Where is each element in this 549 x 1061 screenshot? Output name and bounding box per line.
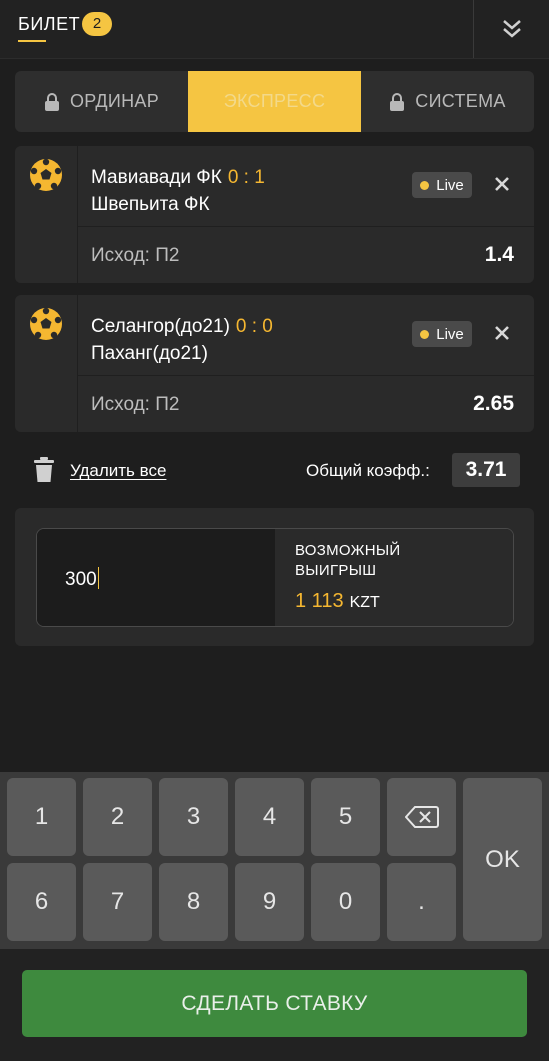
key-1[interactable]: 1 [7, 778, 76, 856]
soccer-ball-icon [30, 158, 62, 191]
soccer-ball-icon [30, 307, 62, 340]
numeric-keypad: 1 2 3 4 5 OK 6 7 8 9 0 . [0, 772, 549, 949]
bet-outcome: Исход: П2 [91, 394, 180, 415]
key-9[interactable]: 9 [235, 863, 304, 941]
close-icon[interactable] [494, 176, 510, 192]
key-4[interactable]: 4 [235, 778, 304, 856]
total-odds-value: 3.71 [452, 453, 520, 487]
key-6[interactable]: 6 [7, 863, 76, 941]
possible-win-amount: 1 113 [295, 590, 344, 612]
place-bet-button[interactable]: СДЕЛАТЬ СТАВКУ [22, 970, 527, 1037]
team-home: Мавиавади ФК [91, 167, 222, 188]
currency-label: KZT [349, 594, 380, 611]
possible-win-label: ВОЗМОЖНЫЙ ВЫИГРЫШ [295, 542, 401, 579]
key-ok[interactable]: OK [463, 778, 542, 941]
bet-card: Мавиавади ФК 0 : 1 Швепьита ФК Live Исход… [15, 146, 534, 283]
key-7[interactable]: 7 [83, 863, 152, 941]
trash-icon[interactable] [33, 457, 55, 483]
close-icon[interactable] [494, 325, 510, 341]
tab-ordinar-label: ОРДИНАР [69, 91, 160, 111]
collapse-button[interactable] [473, 0, 549, 58]
key-backspace[interactable] [387, 778, 456, 856]
match-score: 0 : 0 [235, 316, 273, 337]
live-dot-icon [420, 329, 430, 339]
bet-odd: 1.4 [484, 243, 514, 266]
tab-express[interactable]: ЭКСПРЕСС [188, 71, 361, 132]
ticket-title[interactable]: БИЛЕТ [18, 14, 80, 42]
ticket-header: БИЛЕТ 2 [0, 0, 549, 59]
team-away: Паханг(до21) [91, 343, 208, 364]
lock-icon [390, 92, 405, 111]
match-teams: Мавиавади ФК 0 : 1 Швепьита ФК [91, 164, 265, 218]
ticket-count-badge: 2 [82, 12, 112, 36]
bottom-bar: СДЕЛАТЬ СТАВКУ [0, 949, 549, 1061]
live-badge: Live [412, 172, 472, 198]
stake-value: 300 [65, 569, 97, 590]
live-label: Live [436, 325, 464, 343]
delete-all-link[interactable]: Удалить все [70, 461, 166, 481]
live-label: Live [436, 176, 464, 194]
live-badge: Live [412, 321, 472, 347]
match-teams: Селангор(до21) 0 : 0 Паханг(до21) [91, 313, 273, 367]
total-odds-label: Общий коэфф.: [306, 461, 430, 480]
double-chevron-down-icon [503, 20, 521, 38]
stake-panel: 300 ВОЗМОЖНЫЙ ВЫИГРЫШ 1 113 KZT [15, 508, 534, 646]
tab-system-label: СИСТЕМА [415, 91, 506, 111]
bet-outcome: Исход: П2 [91, 245, 180, 266]
team-home: Селангор(до21) [91, 316, 230, 337]
text-caret [97, 567, 99, 589]
possible-win: ВОЗМОЖНЫЙ ВЫИГРЫШ 1 113 KZT [275, 529, 513, 626]
backspace-icon [404, 806, 439, 828]
key-5[interactable]: 5 [311, 778, 380, 856]
bet-odd: 2.65 [473, 392, 514, 415]
team-away: Швепьита ФК [91, 194, 210, 215]
lock-icon [44, 92, 59, 111]
key-3[interactable]: 3 [159, 778, 228, 856]
stake-input[interactable]: 300 [37, 529, 275, 626]
bet-card: Селангор(до21) 0 : 0 Паханг(до21) Live Ис… [15, 295, 534, 432]
tab-system[interactable]: СИСТЕМА [361, 71, 534, 132]
bet-type-tabs: ОРДИНАР ЭКСПРЕСС СИСТЕМА [15, 71, 534, 132]
match-score: 0 : 1 [227, 167, 265, 188]
key-8[interactable]: 8 [159, 863, 228, 941]
live-dot-icon [420, 180, 430, 190]
ticket-actions: Удалить все Общий коэфф.: 3.71 [33, 452, 533, 492]
key-decimal[interactable]: . [387, 863, 456, 941]
tab-ordinar[interactable]: ОРДИНАР [15, 71, 188, 132]
key-0[interactable]: 0 [311, 863, 380, 941]
key-2[interactable]: 2 [83, 778, 152, 856]
tab-express-label: ЭКСПРЕСС [223, 91, 326, 111]
